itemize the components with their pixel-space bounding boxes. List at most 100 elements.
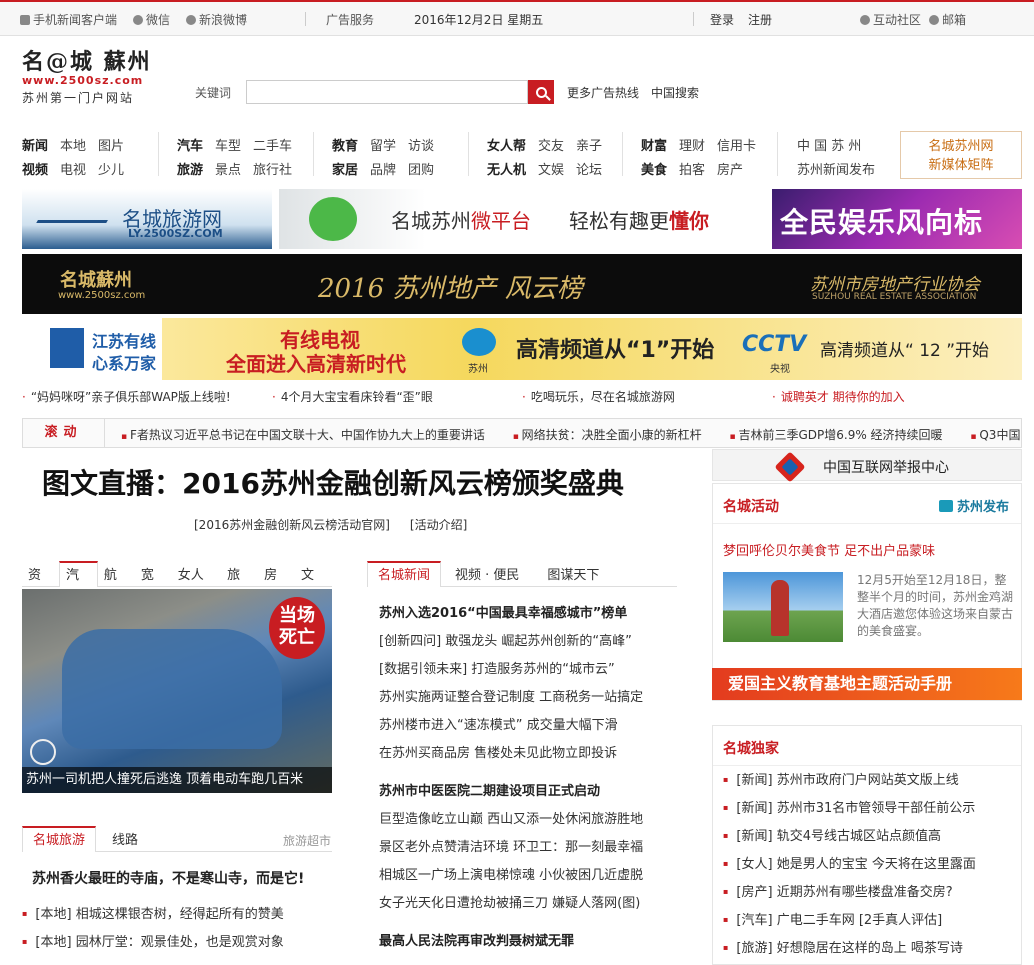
scroll-news-item[interactable]: 网络扶贫：决胜全面小康的新杠杆 bbox=[513, 428, 702, 442]
nav-link[interactable]: 中 国 苏 州 bbox=[797, 135, 861, 154]
travel-market-link[interactable]: 旅游超市 bbox=[283, 832, 331, 849]
list-item[interactable]: [房产] 近期苏州有哪些楼盘准备交房? bbox=[723, 878, 1019, 906]
nav-link[interactable]: 景点 bbox=[215, 159, 241, 178]
list-item[interactable]: [汽车] 广电二手车网 [2手真人评估] bbox=[723, 906, 1019, 934]
entertainment-banner[interactable]: 全民娱乐风向标 bbox=[772, 189, 1022, 249]
tab-realestate[interactable]: 房产 bbox=[258, 561, 295, 609]
tab-aerial[interactable]: 航拍 bbox=[98, 561, 135, 609]
nav-link[interactable]: 教育 bbox=[332, 135, 358, 154]
nav-link[interactable]: 旅行社 bbox=[253, 159, 292, 178]
tab-city-news[interactable]: 名城新闻 bbox=[367, 561, 442, 587]
patriotic-banner[interactable]: 爱国主义教育基地主题活动手册 bbox=[712, 668, 1022, 700]
report-center-link[interactable]: 中国互联网举报中心 bbox=[712, 449, 1022, 483]
list-item[interactable]: [新闻] 苏州市31名市管领导干部任前公示 bbox=[723, 794, 1019, 822]
nav-link[interactable]: 旅游 bbox=[177, 159, 203, 178]
tab-travel[interactable]: 旅游 bbox=[221, 561, 258, 609]
nav-link[interactable]: 论坛 bbox=[576, 159, 602, 178]
real-estate-banner[interactable]: 名城蘇州 www.2500sz.com 2016 苏州地产 风云榜 苏州市房地产… bbox=[22, 254, 1022, 314]
list-item[interactable]: [旅游] 好想隐居在这样的岛上 喝茶写诗 bbox=[723, 934, 1019, 962]
new-media-matrix-link[interactable]: 名城苏州网 新媒体矩阵 bbox=[900, 131, 1022, 179]
nav-link[interactable]: 团购 bbox=[408, 159, 434, 178]
suzhou-fabu-link[interactable]: 苏州发布 bbox=[939, 496, 1009, 515]
list-item[interactable]: [新闻] 苏州市政府门户网站英文版上线 bbox=[723, 766, 1019, 794]
register-link[interactable]: 注册 bbox=[748, 11, 772, 28]
nav-link[interactable]: 美食 bbox=[641, 159, 667, 178]
tab-women[interactable]: 女人帮 bbox=[172, 561, 221, 609]
list-item[interactable]: 在苏州买商品房 售楼处未见此物立即投诉 bbox=[379, 744, 679, 772]
search-button[interactable] bbox=[528, 80, 554, 104]
nav-link[interactable]: 文娱 bbox=[538, 159, 564, 178]
list-item[interactable]: 景区老外点赞清洁环境 环卫工：那一刻最幸福 bbox=[379, 838, 679, 866]
event-intro-link[interactable]: [活动介绍] bbox=[410, 516, 467, 533]
nav-link[interactable]: 家居 bbox=[332, 159, 358, 178]
list-item[interactable]: 苏州市中医医院二期建设项目正式启动 bbox=[379, 782, 679, 810]
nav-link[interactable]: 车型 bbox=[215, 135, 241, 154]
list-item[interactable]: 苏州楼市进入“速冻模式” 成交量大幅下滑 bbox=[379, 716, 679, 744]
list-item[interactable]: [新闻] 轨交4号线古城区站点颜值高 bbox=[723, 822, 1019, 850]
tab-pictures[interactable]: 图谋天下 bbox=[533, 561, 613, 586]
nav-link[interactable]: 访谈 bbox=[408, 135, 434, 154]
tab-city-travel[interactable]: 名城旅游 bbox=[22, 826, 97, 852]
list-item[interactable]: [女人] 她是男人的宝宝 今天将在这里露面 bbox=[723, 850, 1019, 878]
china-search-link[interactable]: 中国搜索 bbox=[651, 84, 699, 101]
list-item[interactable]: 苏州实施两证整合登记制度 工商税务一站搞定 bbox=[379, 688, 679, 716]
list-item[interactable]: [本地] 相城这棵银杏树，经得起所有的赞美 bbox=[22, 900, 332, 928]
tab-news[interactable]: 资讯 bbox=[22, 561, 59, 609]
nav-link[interactable]: 财富 bbox=[641, 135, 667, 154]
nav-link[interactable]: 无人机 bbox=[487, 159, 526, 178]
nav-link[interactable]: 理财 bbox=[679, 135, 705, 154]
tab-entertainment[interactable]: 文娱 bbox=[295, 561, 332, 609]
promo-link[interactable]: 4个月大宝宝看床铃看“歪”眼 bbox=[272, 388, 433, 405]
featured-photo[interactable]: 当场 死亡 苏州一司机把人撞死后逃逸 顶着电动车跑几百米 bbox=[22, 589, 332, 793]
list-item[interactable]: [创新四问] 敢强龙头 崛起苏州创新的“高峰” bbox=[379, 632, 679, 660]
list-item[interactable]: 巨型造像屹立山巅 西山又添一处休闲旅游胜地 bbox=[379, 810, 679, 838]
nav-link[interactable]: 新闻 bbox=[22, 135, 48, 154]
nav-link[interactable]: 交友 bbox=[538, 135, 564, 154]
wechat-platform-banner[interactable]: 名城苏州微平台 轻松有趣更懂你 bbox=[279, 189, 767, 249]
activity-item-title[interactable]: 梦回呼伦贝尔美食节 足不出户品蒙味 bbox=[723, 540, 935, 559]
list-item[interactable]: [数据引领未来] 打造服务苏州的“城市云” bbox=[379, 660, 679, 688]
nav-link[interactable]: 二手车 bbox=[253, 135, 292, 154]
travel-headline[interactable]: 苏州香火最旺的寺庙，不是寒山寺，而是它! bbox=[32, 866, 332, 892]
activity-image[interactable] bbox=[723, 572, 843, 642]
nav-link[interactable]: 房产 bbox=[717, 159, 743, 178]
weibo-link[interactable]: 新浪微博 bbox=[186, 11, 247, 28]
tab-video[interactable]: 视频 · 便民 bbox=[441, 561, 533, 586]
ad-hotline-link[interactable]: 更多广告热线 bbox=[567, 84, 639, 101]
promo-link[interactable]: “妈妈咪呀”亲子俱乐部WAP版上线啦! bbox=[22, 388, 231, 405]
login-link[interactable]: 登录 bbox=[710, 11, 734, 28]
nav-link[interactable]: 苏州新闻发布 bbox=[797, 159, 875, 178]
nav-link[interactable]: 留学 bbox=[370, 135, 396, 154]
nav-link[interactable]: 视频 bbox=[22, 159, 48, 178]
mail-link[interactable]: 邮箱 bbox=[929, 11, 966, 28]
nav-link[interactable]: 信用卡 bbox=[717, 135, 756, 154]
promo-link[interactable]: 诚聘英才 期待你的加入 bbox=[772, 388, 905, 405]
event-site-link[interactable]: [2016苏州金融创新风云榜活动官网] bbox=[194, 516, 390, 533]
search-input[interactable] bbox=[246, 80, 528, 104]
nav-link[interactable]: 本地 bbox=[60, 135, 86, 154]
nav-link[interactable]: 汽车 bbox=[177, 135, 203, 154]
cable-tv-banner[interactable]: 江苏有线 心系万家 有线电视 全面进入高清新时代 苏州 高清频道从“1”开始 C… bbox=[22, 318, 1022, 380]
nav-link[interactable]: 品牌 bbox=[370, 159, 396, 178]
site-logo[interactable]: 名@城 蘇州 www.2500sz.com 苏州第一门户网站 bbox=[22, 44, 152, 114]
scroll-news-item[interactable]: Q3中国农业经 bbox=[970, 428, 1021, 442]
scroll-news-item[interactable]: 吉林前三季GDP增6.9% 经济持续回暖 bbox=[730, 428, 943, 442]
list-item[interactable]: 女子光天化日遭抢劫被捅三刀 嫌疑人落网(图) bbox=[379, 894, 679, 922]
list-item[interactable]: 苏州入选2016“中国最具幸福感城市”榜单 bbox=[379, 604, 679, 632]
nav-link[interactable]: 图片 bbox=[98, 135, 124, 154]
tab-routes[interactable]: 线路 bbox=[96, 826, 154, 851]
nav-link[interactable]: 亲子 bbox=[576, 135, 602, 154]
list-item[interactable]: 最高人民法院再审改判聂树斌无罪 bbox=[379, 932, 679, 960]
scroll-news-item[interactable]: F者热议习近平总书记在中国文联十大、中国作协九大上的重要讲话 bbox=[121, 428, 485, 442]
ad-service-link[interactable]: 广告服务 bbox=[326, 11, 374, 28]
nav-link[interactable]: 少儿 bbox=[98, 159, 124, 178]
travel-banner[interactable]: 名城旅游网 LY.2500SZ.COM bbox=[22, 189, 272, 249]
headline[interactable]: 图文直播：2016苏州金融创新风云榜颁奖盛典 bbox=[42, 462, 624, 502]
tab-auto[interactable]: 汽车 bbox=[58, 561, 98, 609]
nav-link[interactable]: 电视 bbox=[60, 159, 86, 178]
promo-link[interactable]: 吃喝玩乐，尽在名城旅游网 bbox=[522, 388, 675, 405]
mobile-client-link[interactable]: 手机新闻客户端 bbox=[20, 11, 117, 28]
tab-broadband[interactable]: 宽频 bbox=[135, 561, 172, 609]
list-item[interactable]: [本地] 园林厅堂：观景佳处，也是观赏对象 bbox=[22, 928, 332, 956]
wechat-link[interactable]: 微信 bbox=[133, 11, 170, 28]
